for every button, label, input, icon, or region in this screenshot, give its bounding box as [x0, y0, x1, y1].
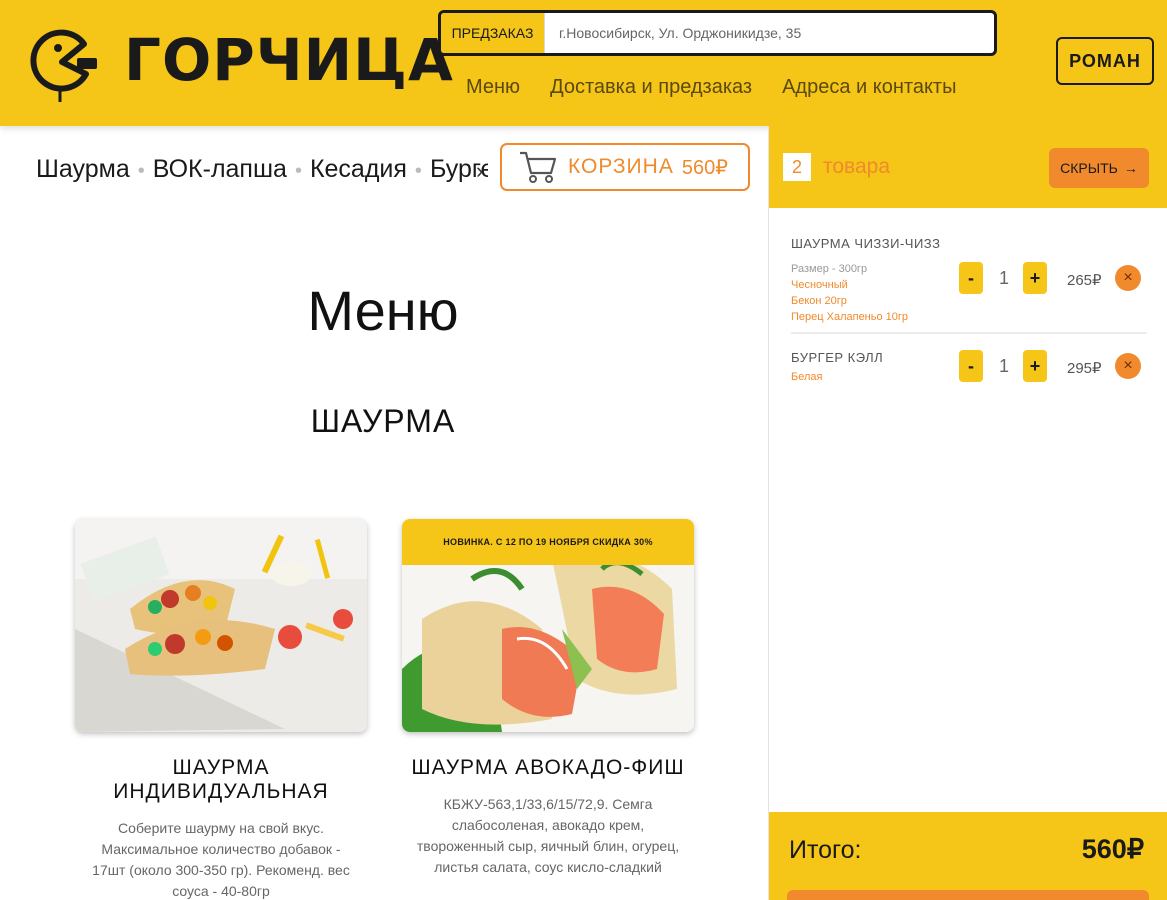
- separator-dot: •: [414, 160, 422, 182]
- promo-badge: НОВИНКА. С 12 ПО 19 НОЯБРЯ СКИДКА 30%: [402, 519, 694, 565]
- cart-item-price: 295₽: [1067, 360, 1102, 377]
- cart-sidebar: 2 товара СКРЫТЬ → ШАУРМА ЧИЗЗИ-ЧИЗЗ Разм…: [768, 126, 1167, 900]
- quantity-decrease-button[interactable]: -: [959, 262, 983, 294]
- section-title: ШАУРМА: [310, 403, 456, 439]
- site-header: ГОРЧИЦА ПРЕДЗАКАЗ г.Новосибирск, Ул. Орд…: [0, 0, 1167, 126]
- remove-item-icon[interactable]: ×: [1115, 353, 1141, 379]
- product-card[interactable]: НОВИНКА. С 12 ПО 19 НОЯБРЯ СКИДКА 30% ША…: [402, 519, 694, 878]
- chevron-right-icon[interactable]: ›: [476, 158, 483, 184]
- total-value: 560₽: [1081, 834, 1144, 864]
- product-description: КБЖУ-563,1/33,6/15/72,9. Семга слабосоле…: [416, 796, 680, 875]
- quantity-increase-button[interactable]: +: [1023, 350, 1047, 382]
- cart-sidebar-header: 2 товара СКРЫТЬ →: [769, 126, 1167, 208]
- divider: [791, 332, 1147, 334]
- cart-item-price: 265₽: [1067, 272, 1102, 289]
- cart-item-extra: Бекон 20гр: [791, 295, 847, 307]
- cart-item-name: ШАУРМА ЧИЗЗИ-ЧИЗЗ: [791, 236, 941, 251]
- remove-item-icon[interactable]: ×: [1115, 265, 1141, 291]
- logo-icon[interactable]: [22, 22, 102, 102]
- cart-button[interactable]: КОРЗИНА 560₽: [500, 143, 750, 191]
- cart-icon: [520, 151, 557, 183]
- cart-count: 2: [783, 153, 811, 181]
- address-bar[interactable]: ПРЕДЗАКАЗ г.Новосибирск, Ул. Орджоникидз…: [438, 10, 997, 56]
- cart-count-label: товара: [823, 155, 891, 178]
- main-nav: Меню Доставка и предзаказ Адреса и конта…: [466, 76, 956, 99]
- nav-delivery[interactable]: Доставка и предзаказ: [550, 76, 752, 99]
- arrow-right-icon: →: [1123, 160, 1138, 176]
- cart-item-extra: Перец Халапеньо 10гр: [791, 311, 909, 323]
- cart-label: КОРЗИНА: [568, 155, 674, 178]
- cart-total-bar: Итого: 560₽: [769, 812, 1167, 900]
- quantity-value: 1: [998, 268, 1009, 288]
- page-title: Меню: [307, 279, 459, 342]
- separator-dot: •: [294, 160, 302, 182]
- separator-dot: •: [137, 160, 145, 182]
- product-card[interactable]: ШАУРМА ИНДИВИДУАЛЬНАЯ Соберите шаурму на…: [75, 519, 367, 900]
- preorder-toggle[interactable]: ПРЕДЗАКАЗ: [441, 13, 545, 53]
- category-nav: Шаурма•ВОК-лапша•Кесадия•Бургеры: [36, 155, 488, 191]
- quantity-decrease-button[interactable]: -: [959, 350, 983, 382]
- user-button[interactable]: РОМАН: [1056, 37, 1154, 85]
- quantity-increase-button[interactable]: +: [1023, 262, 1047, 294]
- product-description: Соберите шаурму на свой вкус. Максимальн…: [92, 820, 350, 899]
- quantity-value: 1: [998, 356, 1009, 376]
- nav-menu[interactable]: Меню: [466, 76, 520, 99]
- category-shawarma[interactable]: Шаурма: [36, 155, 130, 183]
- hide-cart-label: СКРЫТЬ: [1060, 160, 1118, 176]
- address-input[interactable]: г.Новосибирск, Ул. Орджоникидзе, 35: [545, 13, 801, 53]
- product-image[interactable]: [75, 519, 367, 732]
- category-wok[interactable]: ВОК-лапша: [153, 155, 287, 183]
- brand-name[interactable]: ГОРЧИЦА: [124, 22, 454, 98]
- total-label: Итого:: [789, 836, 862, 864]
- product-name[interactable]: ШАУРМА ИНДИВИДУАЛЬНАЯ: [75, 756, 367, 804]
- product-image[interactable]: НОВИНКА. С 12 ПО 19 НОЯБРЯ СКИДКА 30%: [402, 519, 694, 732]
- cart-sum: 560₽: [681, 156, 728, 179]
- checkout-button[interactable]: [787, 890, 1149, 900]
- nav-contacts[interactable]: Адреса и контакты: [782, 76, 956, 99]
- category-quesadilla[interactable]: Кесадия: [310, 155, 407, 183]
- hide-cart-button[interactable]: СКРЫТЬ →: [1049, 148, 1149, 188]
- product-name[interactable]: ШАУРМА АВОКАДО-ФИШ: [402, 756, 694, 780]
